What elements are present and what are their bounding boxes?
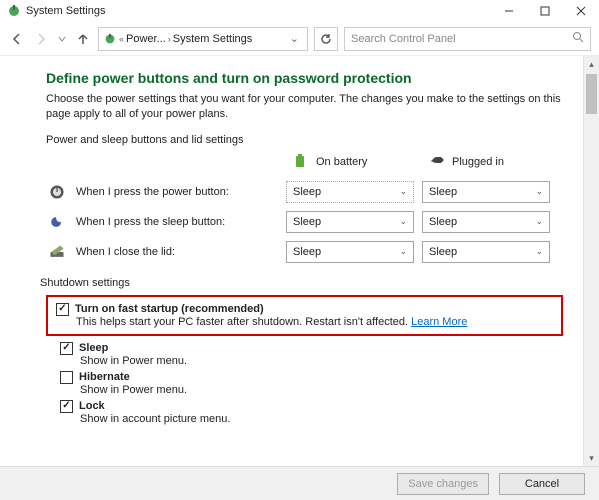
recent-locations-button[interactable] — [56, 30, 68, 48]
power-settings-grid: On battery Plugged in When I press the p… — [46, 152, 563, 263]
content-area: Define power buttons and turn on passwor… — [0, 56, 583, 466]
sleep-button-plugged-select[interactable]: Sleep⌄ — [422, 211, 550, 233]
row-power-button-label: When I press the power button: — [46, 181, 278, 203]
laptop-lid-icon — [46, 241, 68, 263]
maximize-button[interactable] — [527, 0, 563, 22]
sleep-option: ✓ Sleep Show in Power menu. — [60, 342, 563, 367]
chevron-down-icon: ⌄ — [399, 246, 407, 257]
chevron-right-icon: › — [168, 34, 171, 44]
power-button-plugged-select[interactable]: Sleep⌄ — [422, 181, 550, 203]
chevron-down-icon[interactable]: ⌄ — [286, 32, 303, 45]
chevron-down-icon: ⌄ — [535, 216, 543, 227]
scroll-track[interactable] — [584, 72, 599, 450]
lock-option: ✓ Lock Show in account picture menu. — [60, 400, 563, 425]
search-icon — [572, 31, 584, 46]
scroll-up-arrow[interactable]: ▴ — [584, 56, 599, 72]
chevron-left-icon: « — [119, 34, 124, 44]
column-header-plugged: Plugged in — [422, 152, 550, 173]
footer-bar: Save changes Cancel — [0, 466, 599, 500]
scroll-down-arrow[interactable]: ▾ — [584, 450, 599, 466]
page-title: Define power buttons and turn on passwor… — [46, 70, 563, 86]
window-title: System Settings — [26, 5, 491, 17]
page-description: Choose the power settings that you want … — [46, 92, 563, 122]
battery-icon — [292, 152, 310, 173]
shutdown-section-label: Shutdown settings — [40, 277, 563, 289]
breadcrumb[interactable]: « Power... › System Settings ⌄ — [98, 27, 308, 51]
up-button[interactable] — [74, 30, 92, 48]
refresh-button[interactable] — [314, 27, 338, 51]
scroll-thumb[interactable] — [586, 74, 597, 114]
column-header-battery: On battery — [286, 152, 414, 173]
breadcrumb-current[interactable]: System Settings — [173, 33, 252, 45]
save-changes-button[interactable]: Save changes — [397, 473, 489, 495]
close-lid-plugged-select[interactable]: Sleep⌄ — [422, 241, 550, 263]
sleep-button-icon — [46, 211, 68, 233]
chevron-down-icon: ⌄ — [535, 186, 543, 197]
close-lid-battery-select[interactable]: Sleep⌄ — [286, 241, 414, 263]
power-button-icon — [46, 181, 68, 203]
lock-checkbox[interactable]: ✓ — [60, 400, 73, 413]
fast-startup-highlight: ✓ Turn on fast startup (recommended) Thi… — [46, 295, 563, 336]
buttons-section-label: Power and sleep buttons and lid settings — [46, 134, 563, 146]
app-icon — [6, 3, 22, 19]
search-placeholder: Search Control Panel — [351, 33, 572, 45]
search-input[interactable]: Search Control Panel — [344, 27, 591, 51]
title-bar: System Settings — [0, 0, 599, 22]
back-button[interactable] — [8, 30, 26, 48]
nav-bar: « Power... › System Settings ⌄ Search Co… — [0, 22, 599, 56]
close-button[interactable] — [563, 0, 599, 22]
fast-startup-checkbox[interactable]: ✓ — [56, 303, 69, 316]
learn-more-link[interactable]: Learn More — [411, 316, 467, 328]
sleep-button-battery-select[interactable]: Sleep⌄ — [286, 211, 414, 233]
chevron-down-icon: ⌄ — [399, 186, 407, 197]
power-options-icon — [103, 32, 117, 46]
row-close-lid-label: When I close the lid: — [46, 241, 278, 263]
hibernate-option: Hibernate Show in Power menu. — [60, 371, 563, 396]
chevron-down-icon: ⌄ — [535, 246, 543, 257]
chevron-down-icon: ⌄ — [399, 216, 407, 227]
minimize-button[interactable] — [491, 0, 527, 22]
power-button-battery-select[interactable]: Sleep⌄ — [286, 181, 414, 203]
sleep-checkbox[interactable]: ✓ — [60, 342, 73, 355]
plug-icon — [428, 152, 446, 173]
breadcrumb-parent[interactable]: Power... — [126, 33, 166, 45]
hibernate-checkbox[interactable] — [60, 371, 73, 384]
cancel-button[interactable]: Cancel — [499, 473, 585, 495]
fast-startup-title: Turn on fast startup (recommended) — [75, 303, 264, 315]
row-sleep-button-label: When I press the sleep button: — [46, 211, 278, 233]
vertical-scrollbar[interactable]: ▴ ▾ — [583, 56, 599, 466]
forward-button[interactable] — [32, 30, 50, 48]
fast-startup-desc: This helps start your PC faster after sh… — [76, 316, 408, 328]
